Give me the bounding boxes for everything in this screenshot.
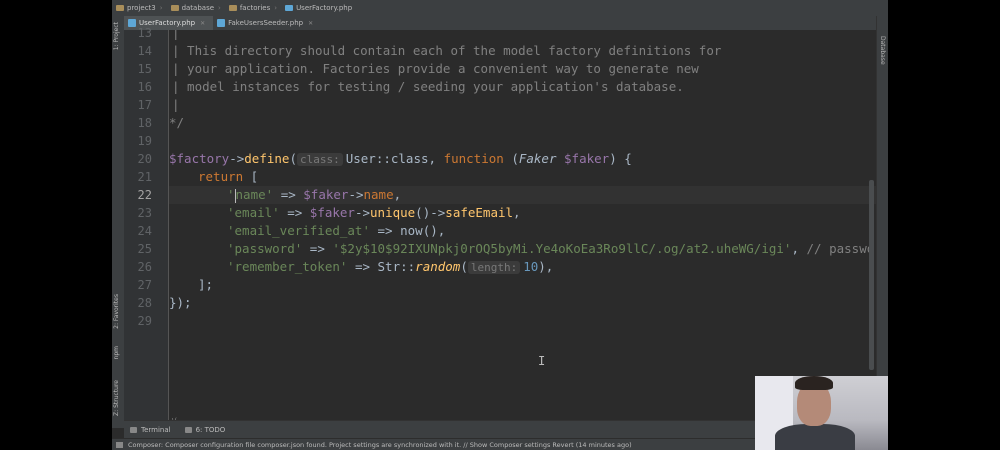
tab-label: FakeUsersSeeder.php — [228, 19, 304, 27]
code-editor[interactable]: | | This directory should contain each o… — [169, 30, 876, 420]
code-line: 'email_verified_at' => now(), — [227, 223, 446, 238]
line-number: 26 — [137, 260, 152, 274]
tool-window-npm[interactable]: npm — [113, 346, 120, 359]
close-icon[interactable]: ✕ — [308, 20, 313, 27]
editor-scrollbar[interactable] — [869, 180, 874, 370]
line-number: 20 — [137, 152, 152, 166]
code-line: | This directory should contain each of … — [172, 43, 722, 58]
tool-window-favorites[interactable]: 2: Favorites — [113, 294, 120, 329]
line-number: 25 — [137, 242, 152, 256]
line-number: 15 — [137, 62, 152, 76]
code-line: }); — [169, 295, 192, 310]
code-line: 'remember_token' => Str::random(length: 1… — [227, 259, 554, 274]
folder-icon — [116, 5, 124, 11]
code-line: */ — [169, 115, 185, 130]
line-number: 24 — [137, 224, 152, 238]
todo-icon — [184, 427, 192, 433]
line-number: 18 — [137, 116, 152, 130]
code-line: ]; — [198, 277, 214, 292]
breadcrumb-label: UserFactory.php — [296, 4, 353, 12]
line-number: 27 — [137, 278, 152, 292]
close-icon[interactable]: ✕ — [200, 20, 205, 27]
parameter-hint: length: — [467, 261, 521, 274]
presenter-shirt — [775, 424, 855, 450]
terminal-icon — [130, 427, 137, 433]
code-line: | your application. Factories provide a … — [172, 61, 699, 76]
line-number: 22 — [137, 188, 152, 202]
tool-window-database[interactable]: Database — [879, 36, 886, 65]
terminal-button[interactable]: Terminal — [124, 426, 179, 434]
code-line: | — [172, 30, 180, 40]
php-file-icon — [217, 19, 226, 27]
code-line: $factory->define(class: User::class, func… — [169, 151, 632, 166]
code-line: return [ — [198, 169, 259, 184]
line-number: 28 — [137, 296, 152, 310]
code-line: 'email' => $faker->unique()->safeEmail, — [227, 205, 521, 220]
tool-window-structure[interactable]: Z: Structure — [113, 380, 120, 416]
tool-label: 6: TODO — [195, 426, 226, 434]
line-number: 17 — [137, 98, 152, 112]
breadcrumb-item-database[interactable]: database › — [167, 4, 225, 12]
line-number: 29 — [137, 314, 152, 328]
breadcrumb-label: database — [181, 4, 215, 12]
code-line: | — [172, 97, 180, 112]
todo-button[interactable]: 6: TODO — [179, 426, 234, 434]
line-number: 23 — [137, 206, 152, 220]
chevron-right-icon: › — [274, 4, 278, 12]
code-line: 'password' => '$2y$10$92IXUNpkj0rOQ5byMi… — [227, 241, 876, 256]
breadcrumb: project3 › database › factories › UserFa… — [112, 0, 888, 16]
breadcrumb-item-factories[interactable]: factories › — [225, 4, 281, 12]
breadcrumb-item-file[interactable]: UserFactory.php — [281, 4, 356, 12]
chevron-right-icon: › — [218, 4, 221, 12]
notification-icon[interactable] — [116, 442, 123, 448]
code-line-current: 'name' => $faker->name, — [169, 186, 876, 204]
breadcrumb-item-project[interactable]: project3 › — [112, 4, 167, 12]
tool-window-project[interactable]: 1: Project — [113, 22, 120, 50]
breadcrumb-label: project3 — [127, 4, 156, 12]
text-cursor-icon: I — [538, 354, 546, 368]
webcam-overlay — [755, 376, 888, 450]
code-line: | model instances for testing / seeding … — [172, 79, 684, 94]
line-number: 13 — [137, 26, 152, 40]
tab-fake-users-seeder[interactable]: FakeUsersSeeder.php ✕ — [213, 16, 321, 30]
line-number: 14 — [137, 44, 152, 58]
folder-icon — [170, 5, 179, 11]
php-file-icon — [285, 5, 294, 11]
folder-icon — [228, 5, 237, 11]
status-message[interactable]: Composer: Composer configuration file co… — [128, 441, 632, 449]
right-tool-strip: Database — [876, 16, 888, 428]
editor-tabs: UserFactory.php ✕ FakeUsersSeeder.php ✕ — [124, 16, 888, 31]
presenter-hair — [795, 376, 833, 390]
line-number: 21 — [137, 170, 152, 184]
line-number: 19 — [137, 134, 152, 148]
chevron-right-icon: › — [159, 4, 163, 12]
line-number: 16 — [137, 80, 152, 94]
breadcrumb-label: factories — [239, 4, 271, 12]
tool-label: Terminal — [141, 426, 171, 434]
parameter-hint: class: — [296, 153, 343, 166]
